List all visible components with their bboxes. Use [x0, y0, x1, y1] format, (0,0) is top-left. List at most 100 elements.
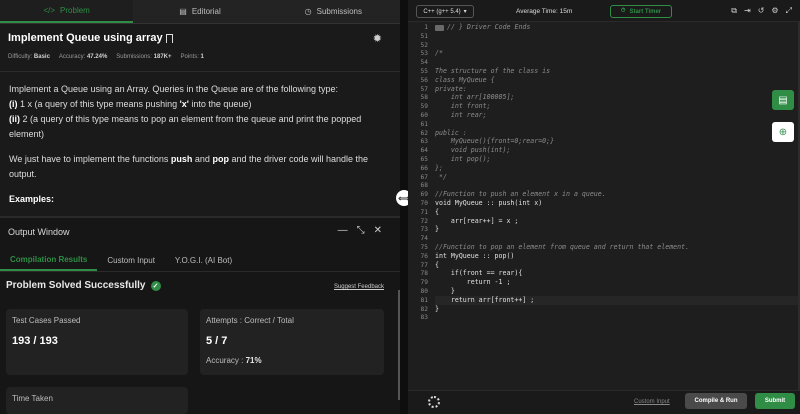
tab-yogi-ai-bot[interactable]: Y.O.G.I. (AI Bot): [165, 250, 242, 271]
line-number: 51: [420, 32, 428, 40]
line-number: 73: [420, 226, 428, 234]
export-icon[interactable]: ⇥: [744, 6, 751, 16]
points: Points: 1: [181, 54, 204, 60]
output-title: Output Window: [8, 227, 70, 237]
test-cases-value: 193 / 193: [12, 335, 58, 347]
copy-icon[interactable]: ⧉: [731, 6, 737, 16]
query2-prefix: (ii): [9, 114, 20, 124]
line-number: 78: [420, 270, 428, 278]
line-number: 77: [420, 261, 428, 269]
custom-input-link[interactable]: Custom Input: [634, 399, 670, 405]
line-number: 54: [420, 59, 428, 67]
and-word: and: [192, 154, 213, 164]
difficulty: Difficulty: Basic: [8, 54, 50, 60]
code-line[interactable]: void push(int);: [435, 146, 511, 155]
line-number: 70: [420, 200, 428, 207]
line-number: 69: [420, 191, 428, 199]
code-line[interactable]: }: [435, 305, 439, 314]
clock-icon: ◷: [304, 7, 312, 16]
close-icon[interactable]: ✕: [374, 225, 382, 236]
code-line[interactable]: MyQueue(){front=0;rear=0;}: [435, 137, 554, 146]
fullscreen-icon[interactable]: ⤢: [786, 6, 792, 16]
tab-editorial[interactable]: ▤ Editorial: [133, 0, 266, 23]
accuracy: Accuracy: 47.24%: [59, 54, 107, 60]
code-area[interactable]: // } Driver Code Ends /* The structure of …: [435, 22, 800, 390]
code-line[interactable]: */: [435, 173, 447, 182]
code-line[interactable]: void MyQueue :: push(int x): [435, 199, 542, 208]
add-note-icon[interactable]: ⊕: [772, 122, 794, 142]
reset-icon[interactable]: ↺: [758, 6, 765, 16]
code-line[interactable]: int front;: [435, 102, 491, 111]
line-number: 65: [420, 156, 428, 163]
code-line[interactable]: int rear;: [435, 111, 487, 120]
code-line[interactable]: };: [435, 164, 443, 173]
code-line[interactable]: arr[rear++] = x ;: [435, 217, 519, 226]
accuracy-line-value: 71%: [245, 356, 262, 365]
code-line[interactable]: private:: [435, 85, 467, 94]
code-line[interactable]: // } Driver Code Ends: [435, 23, 530, 32]
accuracy-value: 47.24%: [86, 54, 108, 60]
problem-description: Implement a Queue using an Array. Querie…: [9, 82, 394, 216]
compile-run-button[interactable]: Compile & Run: [685, 393, 747, 409]
points-value: 1: [200, 54, 204, 60]
average-time: Average Time: 15m: [516, 8, 573, 15]
line-number: 52: [420, 41, 428, 49]
code-line[interactable]: /*: [435, 49, 443, 58]
bookmark-icon[interactable]: [165, 33, 173, 43]
language-value: C++ (g++ 5.4): [423, 8, 461, 15]
query1-text: 1 x (a query of this type means pushing: [17, 99, 180, 109]
code-line[interactable]: return -1 ;: [435, 278, 511, 287]
pop-word: pop: [212, 154, 229, 164]
query1-prefix: (i): [9, 99, 18, 109]
code-line[interactable]: //Function to push an element x in a que…: [435, 190, 606, 199]
line-number: 72: [420, 217, 428, 225]
document-icon: ▤: [179, 7, 187, 16]
code-line[interactable]: {: [435, 261, 439, 270]
panel-divider[interactable]: [400, 0, 408, 414]
tab-custom-input[interactable]: Custom Input: [97, 250, 165, 271]
tab-problem[interactable]: </> Problem: [0, 0, 134, 23]
code-line[interactable]: public :: [435, 129, 467, 138]
code-line[interactable]: int MyQueue :: pop(): [435, 252, 514, 261]
attempts-value: 5 / 7: [206, 335, 228, 347]
code-line[interactable]: }: [435, 225, 439, 234]
code-editor[interactable]: 1 51 52 53 54 55 56 57 58 59 60 61 62 63 64 65 66 67 68 69 7…: [408, 22, 800, 390]
editor-tools: ⧉ ⇥ ↺ ⚙ ⤢: [731, 6, 792, 16]
start-timer-button[interactable]: ⏱ Start Timer: [610, 5, 672, 18]
line-number: 1: [424, 24, 428, 31]
settings-icon[interactable]: ⚙: [771, 6, 778, 16]
problem-tabs: </> Problem ▤ Editorial ◷ Submissions: [0, 0, 400, 24]
line-number: 80: [420, 288, 428, 295]
expand-icon[interactable]: ⤡: [357, 225, 365, 236]
code-line[interactable]: if(front == rear){: [435, 269, 522, 278]
bug-report-icon[interactable]: ✹: [373, 32, 382, 45]
intro-text: Implement a Queue using an Array. Querie…: [9, 84, 339, 94]
code-line[interactable]: {: [435, 208, 439, 217]
submit-button[interactable]: Submit: [755, 393, 795, 409]
line-number: 81: [420, 296, 428, 304]
problem-title: Implement Queue using array: [8, 32, 173, 44]
minimize-icon[interactable]: —: [338, 225, 348, 236]
code-line[interactable]: class MyQueue {: [435, 76, 495, 85]
output-tabs: Compilation Results Custom Input Y.O.G.I…: [0, 250, 400, 272]
code-line[interactable]: int pop();: [435, 155, 491, 164]
tab-submissions[interactable]: ◷ Submissions: [267, 0, 400, 23]
gear-icon[interactable]: [428, 396, 440, 408]
line-number: 61: [420, 120, 428, 128]
fold-icon[interactable]: [435, 25, 444, 31]
line-numbers: 1 51 52 53 54 55 56 57 58 59 60 61 62 63 64 65 66 67 68 69 7…: [408, 22, 430, 390]
language-select[interactable]: C++ (g++ 5.4) ▾: [416, 5, 474, 18]
code-line[interactable]: int arr[100005];: [435, 93, 515, 102]
code-line[interactable]: The structure of the class is: [435, 67, 550, 76]
suggest-feedback-link[interactable]: Suggest Feedback: [334, 284, 384, 290]
tab-label: Submissions: [316, 7, 362, 16]
line-number: 62: [420, 129, 428, 137]
code-line[interactable]: return arr[front++] ;: [435, 295, 800, 305]
code-line[interactable]: //Function to pop an element from queue …: [435, 243, 689, 252]
chat-icon[interactable]: ▤: [772, 90, 794, 110]
accuracy-line: Accuracy : 71%: [206, 356, 262, 365]
code-line[interactable]: }: [435, 287, 455, 296]
push-word: push: [170, 154, 193, 164]
tab-compilation-results[interactable]: Compilation Results: [0, 250, 98, 271]
status-text: Problem Solved Successfully: [6, 280, 146, 291]
